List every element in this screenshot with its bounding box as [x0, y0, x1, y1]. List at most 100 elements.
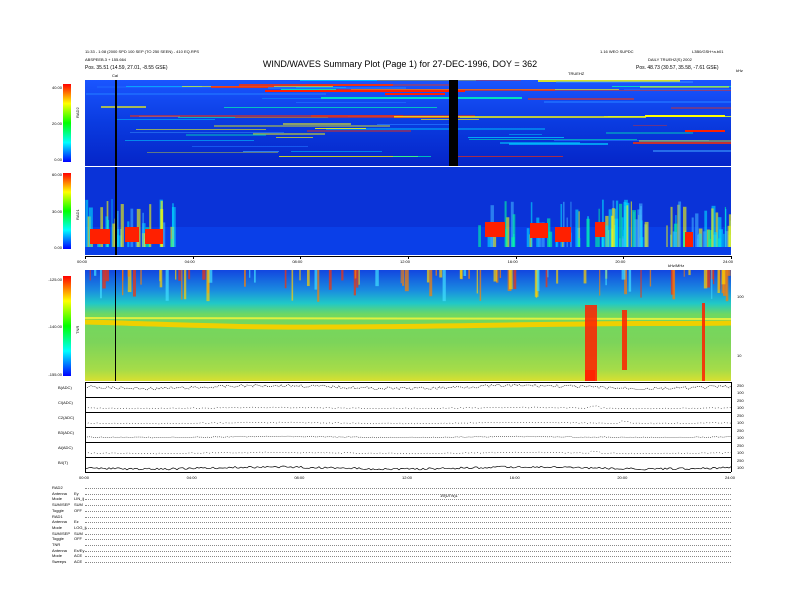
rad1-burst — [125, 227, 139, 242]
tnr-streak — [499, 270, 502, 279]
rad2-band — [283, 123, 351, 125]
tnr-streak — [621, 270, 626, 280]
rad1-burst — [678, 201, 682, 247]
footer-row-label: Antenna — [52, 519, 67, 525]
tnr-streak — [599, 270, 601, 296]
rad1-burst — [111, 199, 113, 247]
tnr-spectrogram — [85, 270, 731, 381]
line-panel-right-tick: 100 — [737, 390, 744, 395]
footer-row-label: Sweeps — [52, 559, 67, 565]
tnr-streak — [202, 270, 206, 280]
tnr-streak — [583, 270, 587, 284]
bottom-time-label: 00:00 — [79, 475, 90, 480]
rad1-tick-mid: 30.00 — [51, 209, 62, 214]
rad1-burst — [711, 208, 714, 247]
rad2-band — [130, 132, 284, 133]
top-time-tick — [623, 256, 625, 259]
tnr-streak — [402, 270, 405, 286]
header-right-line1: 1.16 WEO SUPDC — [600, 49, 634, 54]
tnr-streak — [545, 270, 548, 288]
line-panel-bottom-border — [85, 472, 731, 473]
rad1-burst — [695, 213, 699, 247]
rad2-band — [509, 134, 542, 135]
top-time-tick — [300, 256, 302, 259]
rad1-burst — [530, 223, 548, 238]
footer-row-track — [85, 510, 731, 512]
rad2-band — [606, 132, 693, 134]
tnr-streak — [442, 270, 446, 302]
rad2-band — [281, 89, 336, 90]
rad2-band — [291, 151, 382, 152]
line-panel-right-tick: 100 — [737, 435, 744, 440]
footer-row-track — [85, 527, 731, 529]
rad2-colorbar — [63, 84, 71, 162]
footer-row-value: SUM — [74, 530, 83, 536]
rad2-band — [469, 139, 637, 140]
tnr-streak — [121, 270, 124, 296]
tnr-streak — [249, 270, 251, 278]
tnr-right-tick-100: 100 — [737, 294, 744, 299]
top-time-label: 20:00 — [615, 259, 626, 264]
rad1-burst — [723, 233, 725, 247]
rad2-cal-line — [115, 80, 117, 166]
rad2-band — [639, 140, 731, 142]
tnr-streak — [99, 270, 102, 299]
tnr-streak — [165, 270, 169, 301]
tnr-streak — [439, 270, 443, 278]
tnr-burst — [585, 370, 595, 381]
top-time-label: 04:00 — [184, 259, 195, 264]
rad2-band — [385, 93, 445, 95]
rad1-burst — [505, 229, 508, 247]
tnr-streak — [459, 270, 462, 279]
line-panel-right-tick: 250 — [737, 428, 744, 433]
plot-title: WIND/WAVES Summary Plot (Page 1) for 27-… — [262, 59, 538, 69]
tnr-streak — [468, 270, 471, 279]
bottom-time-label: 24:00 — [725, 475, 736, 480]
rad2-band — [544, 101, 731, 103]
tnr-streak — [132, 270, 136, 297]
tnr-streak — [536, 270, 540, 292]
rad1-burst — [717, 217, 722, 247]
footer-row-track — [85, 516, 731, 518]
top-time-tick — [515, 256, 517, 259]
top-time-label: 00:00 — [77, 259, 88, 264]
tnr-streak — [400, 270, 402, 284]
rad2-band — [624, 89, 731, 90]
tnr-streak — [159, 270, 163, 288]
line-panel-label: B3(ADC) — [58, 430, 75, 435]
rad1-burst — [670, 206, 673, 247]
footer-row-track — [85, 522, 731, 524]
rad1-burst — [595, 222, 605, 237]
footer-row-value: Ey — [74, 490, 79, 496]
footer-row-track — [85, 499, 731, 501]
rad1-burst — [478, 225, 481, 247]
line-panel-right-tick: 250 — [737, 443, 744, 448]
footer-row-value: OFF — [74, 507, 82, 513]
rad2-band — [136, 129, 266, 130]
tnr-streak — [683, 270, 685, 277]
footer-row-label: Mode — [52, 553, 63, 559]
tnr-burst — [702, 303, 705, 381]
top-time-axis-right-label: kHz/MHz — [668, 263, 685, 268]
header-left-line2: ABSPEEB.3 + 155.664 — [85, 57, 127, 62]
line-panel-right-tick: 250 — [737, 383, 744, 388]
tnr-streak — [291, 270, 294, 301]
rad1-burst — [714, 232, 718, 247]
tnr-streak — [703, 270, 708, 289]
rad2-data-gap — [449, 80, 458, 166]
rad1-burst — [145, 229, 163, 244]
cal-marker-label: Cal — [112, 73, 119, 78]
top-time-label: 16:00 — [507, 259, 518, 264]
rad1-burst — [511, 237, 515, 247]
line-panel-right-tick: 100 — [737, 465, 744, 470]
tnr-streak — [181, 270, 183, 300]
line-panel-right-tick: 250 — [737, 398, 744, 403]
truehz-label: TRUEHZ — [568, 71, 585, 76]
tnr-streak — [404, 270, 409, 292]
header-right-line1b: L3B0/GSH+a.b01 — [692, 49, 724, 54]
rad1-burst — [630, 201, 633, 247]
tnr-streak — [435, 270, 437, 276]
footer-row-label: RAD1 — [52, 513, 63, 519]
tnr-streak — [713, 270, 715, 285]
rad2-band — [214, 125, 390, 127]
